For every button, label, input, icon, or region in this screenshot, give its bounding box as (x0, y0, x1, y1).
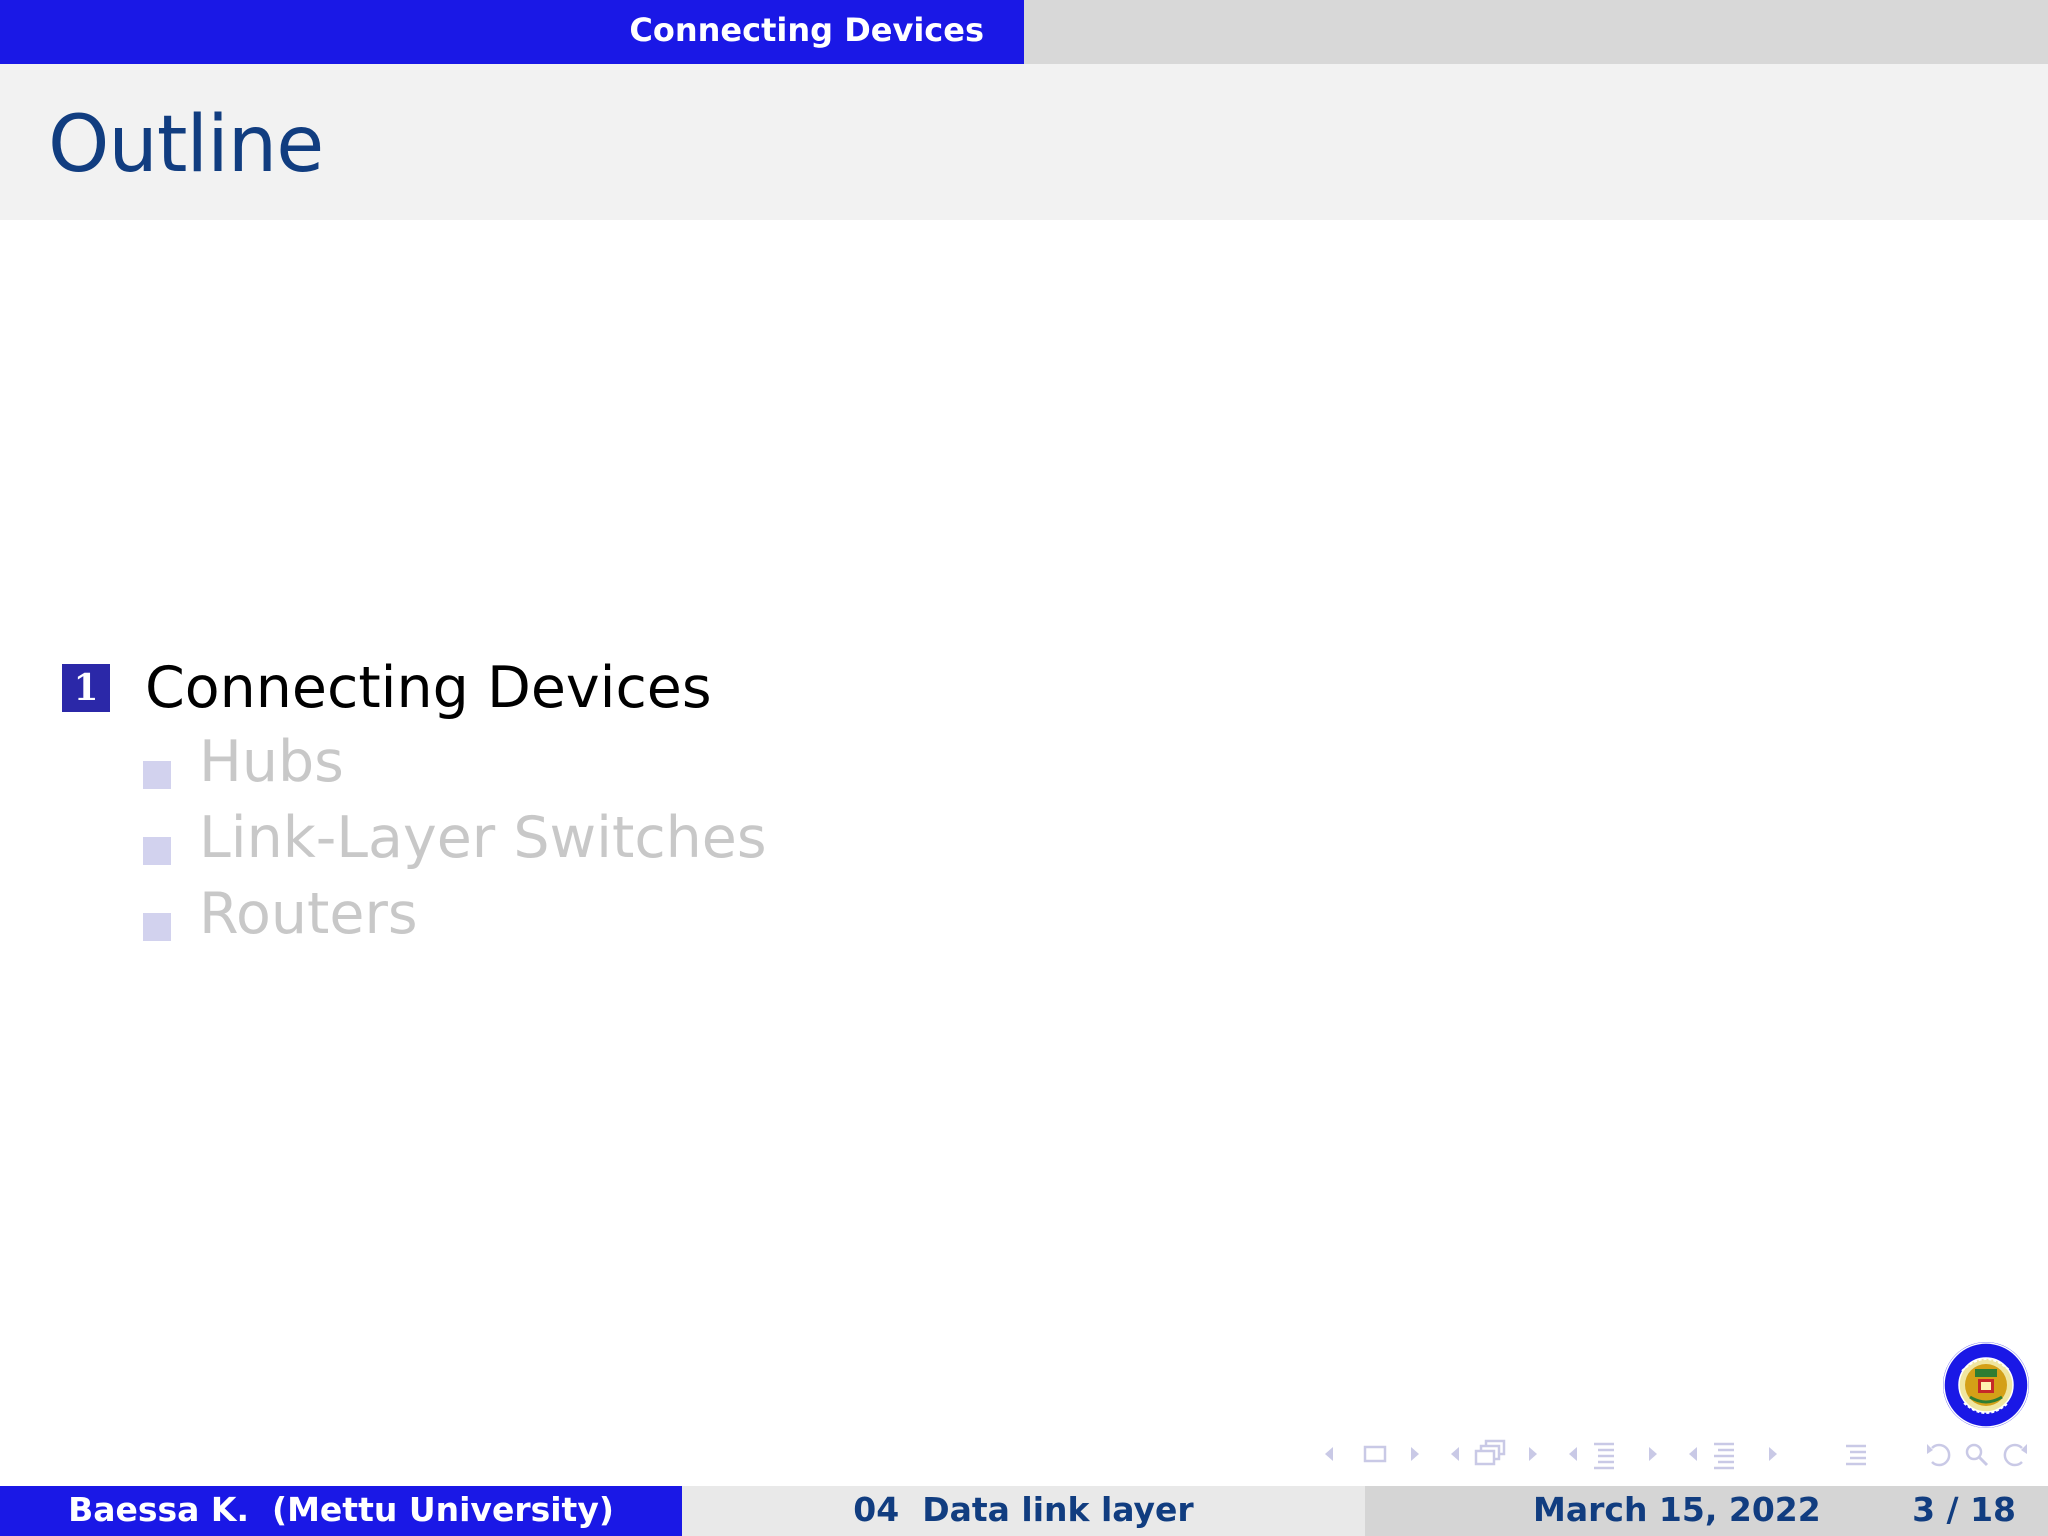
header-right-bar (1024, 0, 2048, 64)
frame-title: Outline (48, 100, 324, 190)
footer-institute: (Mettu University) (272, 1490, 614, 1529)
university-logo (1943, 1342, 2029, 1428)
footer-lecture-label: 04 Data link layer (853, 1490, 1194, 1529)
section-number-badge: 1 (62, 664, 110, 712)
nav-prev-icon[interactable] (1322, 1434, 1336, 1474)
presentation-icon[interactable] (1710, 1434, 1738, 1474)
section-icon[interactable] (1590, 1434, 1618, 1474)
subsection-label: Link-Layer Switches (199, 805, 767, 871)
nav-next-icon[interactable] (1526, 1434, 1540, 1474)
footer-date-page: March 15, 2022 3 / 18 (1365, 1486, 2048, 1536)
nav-next-icon[interactable] (1766, 1434, 1780, 1474)
footer-date: March 15, 2022 (1533, 1490, 1821, 1529)
nav-next-icon[interactable] (1408, 1434, 1422, 1474)
footer-lecture-title[interactable]: 04 Data link layer (682, 1486, 1365, 1536)
nav-prev-icon[interactable] (1686, 1434, 1700, 1474)
footer-author[interactable]: Baessa K. (Mettu University) (0, 1486, 682, 1536)
square-bullet-icon (143, 761, 171, 789)
undo-icon[interactable] (1924, 1434, 1956, 1474)
footer-page-number: 3 / 18 (1912, 1490, 2016, 1529)
search-icon[interactable] (1962, 1434, 1992, 1474)
nav-prev-icon[interactable] (1448, 1434, 1462, 1474)
square-bullet-icon (143, 913, 171, 941)
frame-title-band: Outline (0, 64, 2048, 220)
subsection-label: Hubs (199, 729, 344, 795)
section-label: Connecting Devices (145, 655, 712, 721)
square-bullet-icon (143, 837, 171, 865)
header-section-title[interactable]: Connecting Devices (629, 0, 984, 64)
subsection-label: Routers (199, 881, 418, 947)
nav-next-icon[interactable] (1646, 1434, 1660, 1474)
nav-prev-icon[interactable] (1566, 1434, 1580, 1474)
redo-icon[interactable] (1998, 1434, 2030, 1474)
footer-author-name: Baessa K. (68, 1490, 250, 1529)
subsection-icon[interactable] (1474, 1434, 1510, 1474)
outline-icon[interactable] (1842, 1434, 1870, 1474)
navigation-symbols (1322, 1434, 2032, 1474)
frame-icon[interactable] (1362, 1434, 1388, 1474)
